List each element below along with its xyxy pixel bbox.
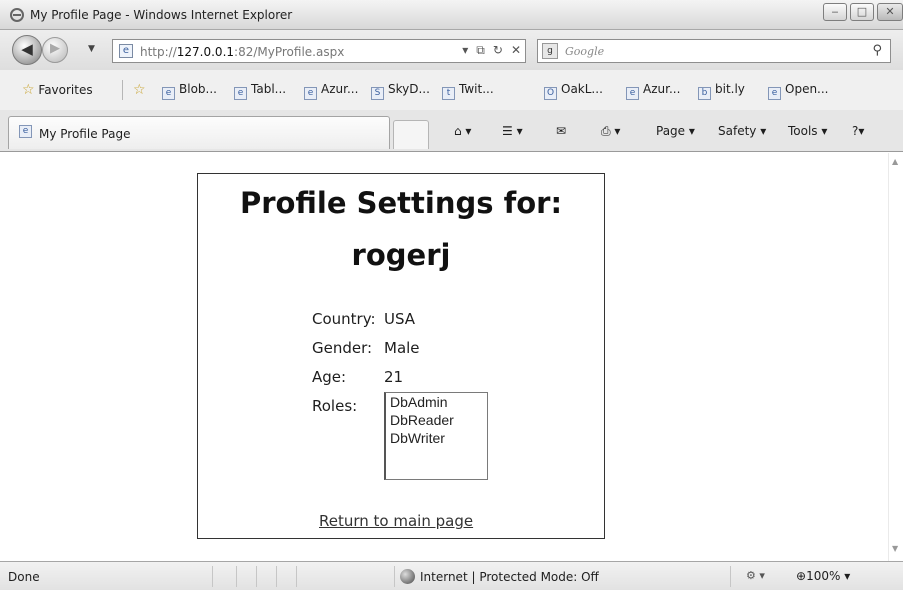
ie-logo-icon [10,8,24,22]
address-actions: ▾ ⧉ ↻ ✕ [462,43,521,58]
search-placeholder: Google [565,45,605,58]
page-menu[interactable]: Page ▾ [656,124,695,138]
twitter-icon: t [442,87,455,100]
page-icon: e [162,87,175,100]
page-icon: e [626,87,639,100]
skydrive-icon: S [371,87,384,100]
scroll-up-icon[interactable]: ▲ [892,157,898,166]
globe-icon [400,569,415,584]
tab-my-profile-page[interactable]: e My Profile Page [8,116,390,149]
separator [296,566,297,587]
page-viewport: Profile Settings for: rogerj Country: US… [0,153,903,561]
page-title: Profile Settings for: [239,186,563,220]
favorite-link[interactable]: O OakL... [544,82,603,100]
age-label: Age: [312,368,347,386]
gender-value: Male [384,339,420,357]
country-label: Country: [312,310,376,328]
tab-label: My Profile Page [39,127,131,141]
status-text: Done [8,570,40,584]
recent-pages-dropdown[interactable]: ▼ [88,44,95,54]
minimize-button[interactable]: ‒ [823,3,847,21]
add-favorite-icon[interactable]: ☆ [133,82,146,98]
separator [236,566,237,587]
address-bar[interactable]: e http://127.0.0.1:82/MyProfile.aspx ▾ ⧉… [112,39,526,63]
page-icon: e [119,44,133,58]
maximize-icon: □ [856,5,868,18]
feeds-icon[interactable]: ☰ ▾ [502,124,523,138]
status-bar: Done Internet | Protected Mode: Off ⚙ ▾ … [0,561,903,590]
search-icon[interactable]: ⚲ [872,43,882,58]
mail-icon[interactable]: ✉ [556,124,566,138]
favorites-star-icon: ☆ [22,82,35,98]
oak-leaf-icon: O [544,87,557,100]
favorite-link[interactable]: e Azur... [304,82,358,100]
title-bar: My Profile Page - Windows Internet Explo… [0,0,903,30]
favorite-link[interactable]: S SkyD... [371,82,430,100]
maximize-button[interactable]: □ [850,3,874,21]
new-tab-button[interactable] [393,120,429,149]
page-icon: e [768,87,781,100]
back-arrow-icon: ◀ [21,40,33,58]
back-button[interactable]: ◀ [12,35,42,65]
favorite-link[interactable]: e Tabl... [234,82,286,100]
zoom-level[interactable]: ⊕100% ▾ [796,569,850,583]
navigation-bar: ◀ ▶ ▼ e http://127.0.0.1:82/MyProfile.as… [0,30,903,70]
page-icon: e [19,125,32,138]
favorite-link[interactable]: e Blob... [162,82,217,100]
tools-menu[interactable]: Tools ▾ [788,124,827,138]
refresh-icon[interactable]: ↻ [493,43,503,58]
separator [730,566,731,587]
compatibility-view-icon[interactable]: ⧉ [476,43,485,58]
username-heading: rogerj [351,238,451,272]
window-controls: ‒ □ ✕ [823,3,903,21]
dropdown-icon[interactable]: ▾ [462,43,468,58]
favorite-link[interactable]: t Twit... [442,82,494,100]
search-box[interactable]: g Google ⚲ [537,39,891,63]
address-url[interactable]: http://127.0.0.1:82/MyProfile.aspx [140,45,344,59]
window-title: My Profile Page - Windows Internet Explo… [30,8,293,22]
separator [212,566,213,587]
page-icon: e [234,87,247,100]
favorite-link[interactable]: b bit.ly [698,82,745,100]
favorite-link[interactable]: e Azur... [626,82,680,100]
separator [276,566,277,587]
favorites-button[interactable]: ☆ Favorites [22,82,93,98]
home-icon[interactable]: ⌂ ▾ [454,124,471,138]
close-button[interactable]: ✕ [877,3,903,21]
favorites-bar: ☆ Favorites ☆ e Blob... e Tabl... e Azur...… [0,70,903,110]
profile-panel: Profile Settings for: rogerj Country: US… [197,173,605,539]
role-option[interactable]: DbReader [386,411,487,429]
age-value: 21 [384,368,404,386]
bitly-icon: b [698,87,711,100]
gender-label: Gender: [312,339,373,357]
minimize-icon: ‒ [831,5,839,18]
roles-label: Roles: [312,397,358,415]
country-value: USA [384,310,416,328]
separator [394,566,395,587]
roles-listbox[interactable]: DbAdmin DbReader DbWriter [384,392,488,480]
help-icon[interactable]: ?▾ [852,124,864,138]
security-zone[interactable]: Internet | Protected Mode: Off [400,569,599,584]
safety-menu[interactable]: Safety ▾ [718,124,766,138]
separator [256,566,257,587]
scroll-down-icon[interactable]: ▼ [892,544,898,553]
return-to-main-link[interactable]: Return to main page [319,512,473,530]
role-option[interactable]: DbAdmin [386,393,487,411]
stop-icon[interactable]: ✕ [511,43,521,58]
forward-arrow-icon: ▶ [50,41,60,56]
role-option[interactable]: DbWriter [386,429,487,447]
print-icon[interactable]: ⎙ ▾ [601,124,620,139]
close-icon: ✕ [885,5,895,18]
page-icon: e [304,87,317,100]
search-provider-icon[interactable]: g [542,43,558,59]
separator [122,80,123,100]
popup-blocker-icon[interactable]: ⚙ ▾ [746,569,765,582]
forward-button[interactable]: ▶ [42,37,68,63]
tab-row: e My Profile Page ⌂ ▾ ☰ ▾ ✉ ⎙ ▾ Page ▾ S… [0,110,903,152]
favorite-link[interactable]: e Open... [768,82,829,100]
vertical-scrollbar[interactable]: ▲ ▼ [888,153,903,561]
